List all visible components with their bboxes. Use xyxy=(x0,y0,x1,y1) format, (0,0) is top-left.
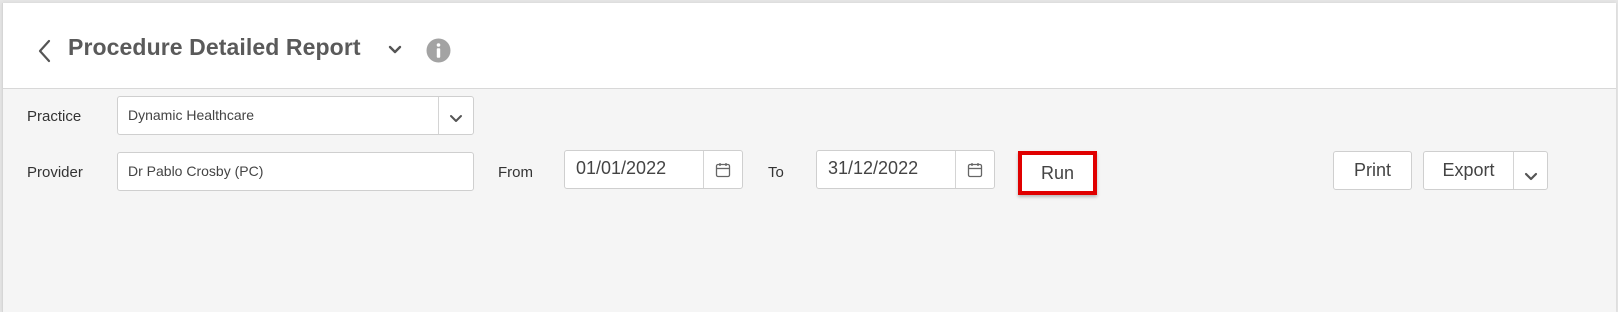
export-divider xyxy=(1513,152,1514,189)
title-chevron-down-icon[interactable] xyxy=(387,43,403,57)
calendar-icon[interactable] xyxy=(715,162,731,178)
app-window: Procedure Detailed Report Practice Dynam… xyxy=(0,0,1618,312)
info-icon[interactable] xyxy=(426,38,451,63)
date-divider xyxy=(955,151,956,188)
export-chevron-down-icon[interactable] xyxy=(1524,166,1538,181)
from-date-input[interactable]: 01/01/2022 xyxy=(564,150,743,189)
run-button[interactable]: Run xyxy=(1018,151,1097,195)
to-label: To xyxy=(768,164,784,181)
from-label: From xyxy=(498,164,533,181)
chevron-down-icon[interactable] xyxy=(449,111,463,122)
select-divider xyxy=(438,97,439,134)
export-split-button: Export xyxy=(1423,151,1548,190)
to-date-input[interactable]: 31/12/2022 xyxy=(816,150,995,189)
print-button-label: Print xyxy=(1353,160,1391,180)
page-title: Procedure Detailed Report xyxy=(68,34,361,60)
provider-label: Provider xyxy=(27,164,83,181)
export-button[interactable]: Export xyxy=(1424,152,1513,188)
date-divider xyxy=(703,151,704,188)
print-button[interactable]: Print xyxy=(1333,151,1412,190)
to-date-value: 31/12/2022 xyxy=(828,158,919,178)
provider-value: Dr Pablo Crosby (PC) xyxy=(128,163,264,179)
run-button-label: Run xyxy=(1040,163,1075,183)
practice-select[interactable]: Dynamic Healthcare xyxy=(117,96,474,135)
report-panel: Procedure Detailed Report Practice Dynam… xyxy=(2,3,1616,312)
practice-value: Dynamic Healthcare xyxy=(128,107,255,123)
from-date-value: 01/01/2022 xyxy=(576,158,667,178)
report-header: Procedure Detailed Report xyxy=(3,3,1616,89)
provider-input[interactable]: Dr Pablo Crosby (PC) xyxy=(117,152,474,191)
back-chevron-icon[interactable] xyxy=(36,39,54,63)
practice-label: Practice xyxy=(27,108,82,125)
calendar-icon[interactable] xyxy=(967,162,983,178)
